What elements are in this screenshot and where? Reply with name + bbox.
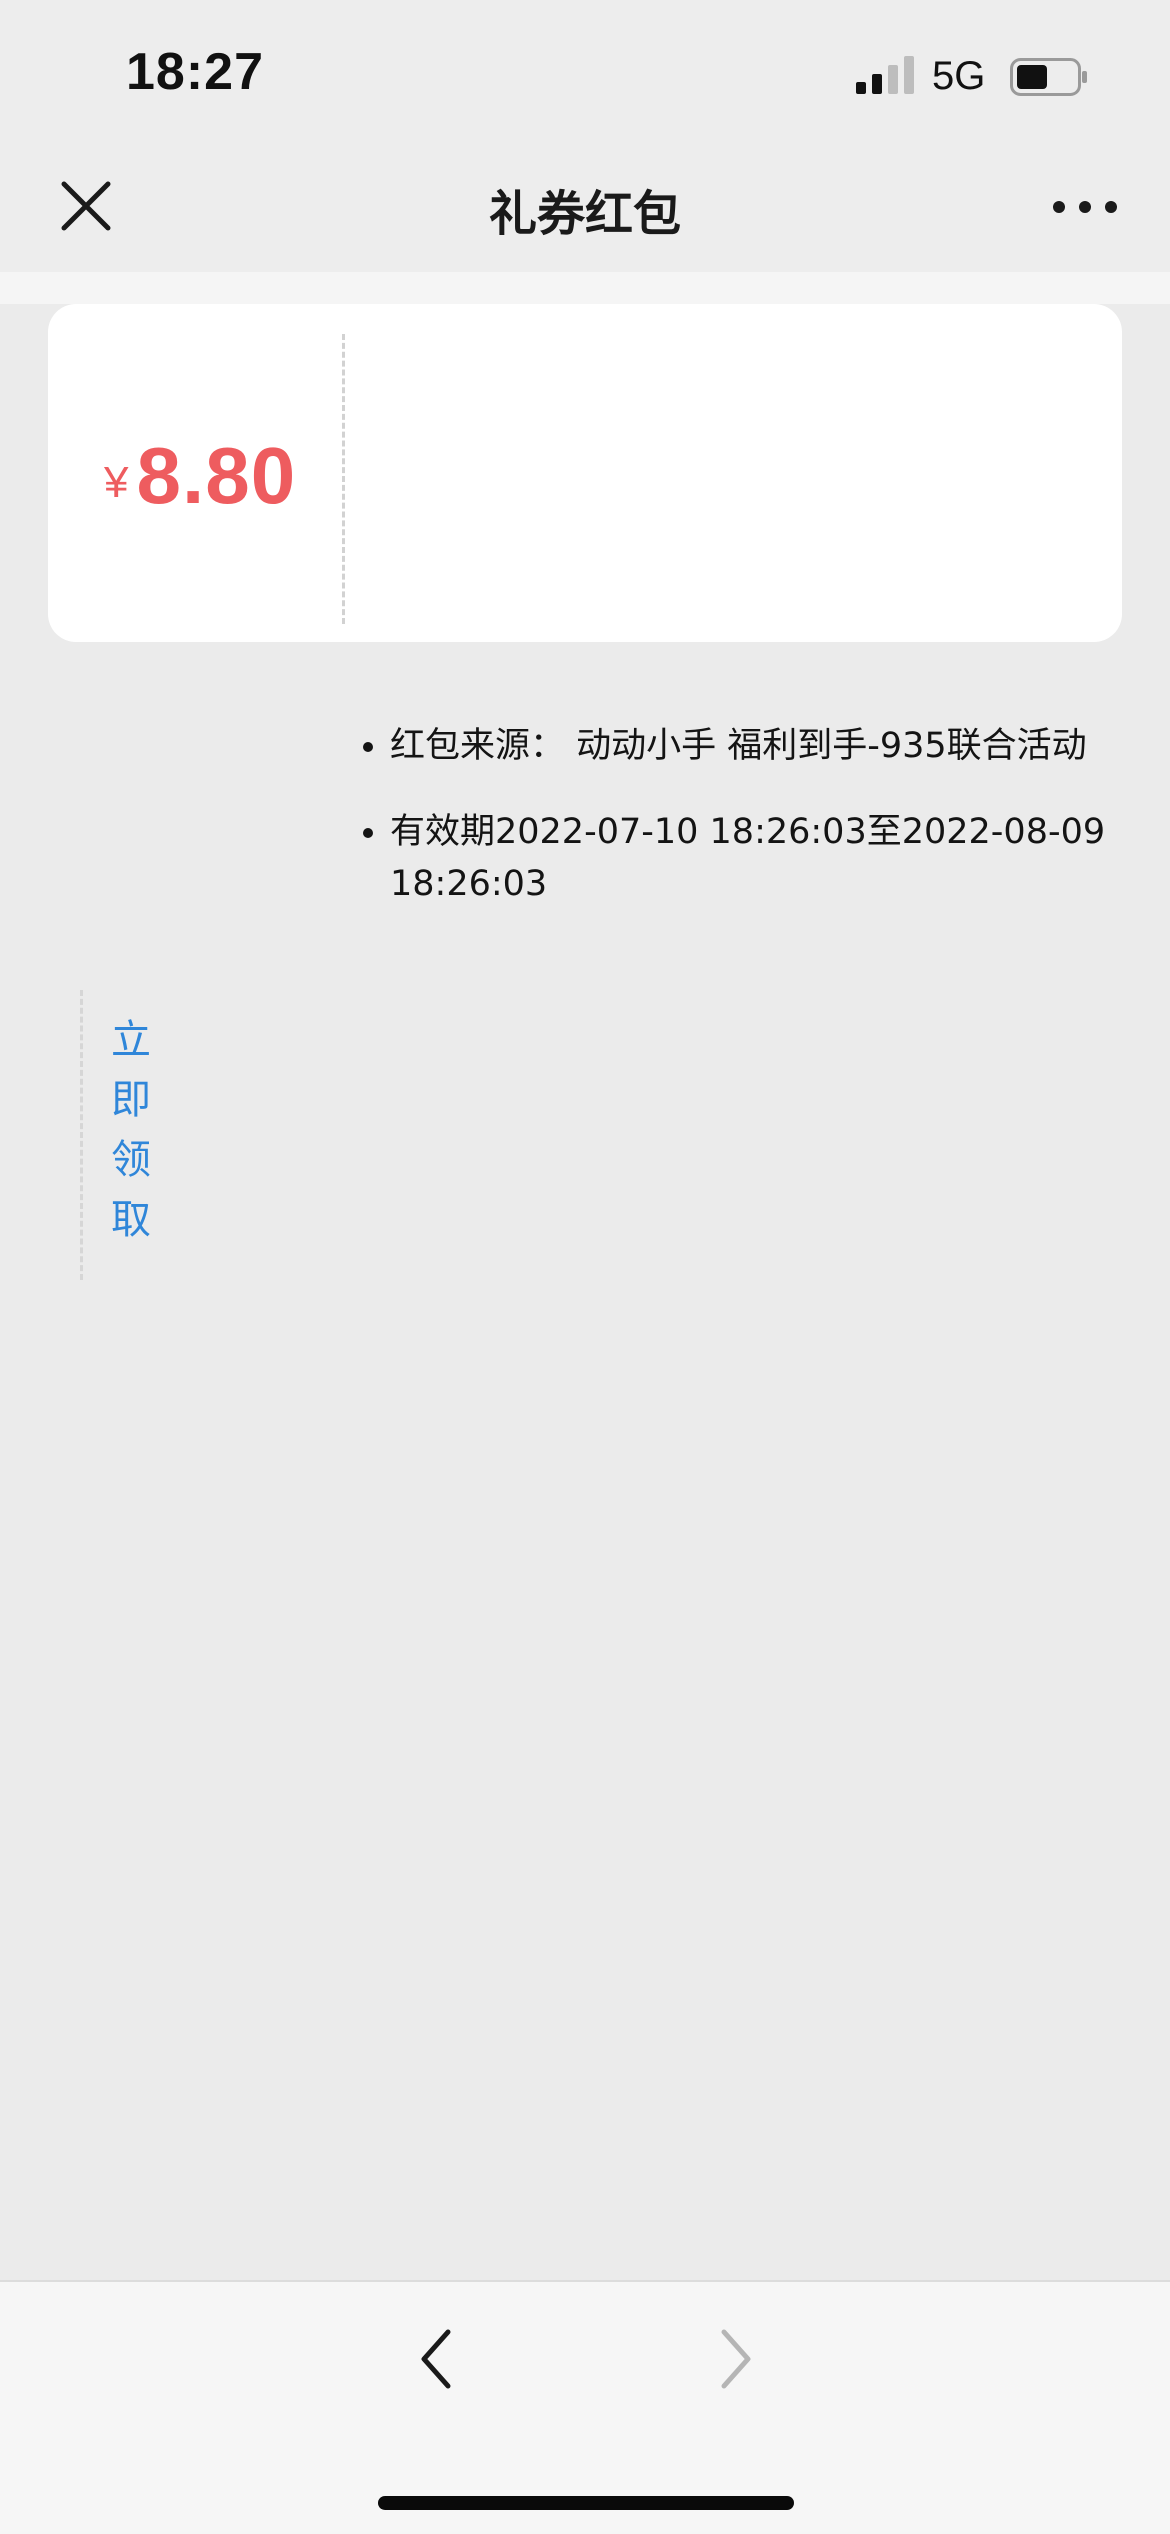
claim-button-label: 立即领取 <box>111 1017 151 1243</box>
chevron-left-icon[interactable] <box>406 2324 466 2394</box>
amount-value: 8.80 <box>136 431 297 520</box>
home-indicator[interactable] <box>378 2496 794 2510</box>
chevron-right-icon[interactable] <box>706 2324 766 2394</box>
battery-icon <box>1010 58 1087 96</box>
card-divider <box>342 334 345 624</box>
signal-icon <box>856 56 914 94</box>
header-divider <box>0 272 1170 304</box>
status-bar: 18:27 5G <box>0 0 1170 140</box>
source-item: 红包来源： 动动小手 福利到手-935联合活动 <box>390 720 1170 772</box>
nav-bar: 礼券红包 <box>0 140 1170 272</box>
network-type: 5G <box>932 54 986 98</box>
coupon-card: ¥8.80 <box>48 304 1122 642</box>
claim-button[interactable]: 立即领取 <box>80 990 200 1280</box>
currency-symbol: ¥ <box>104 458 129 507</box>
status-time: 18:27 <box>126 43 264 101</box>
validity-item: 有效期2022-07-10 18:26:03至2022-08-09 18:26:… <box>390 806 1170 910</box>
bottom-nav <box>0 2280 1170 2534</box>
page-title: 礼券红包 <box>488 186 681 242</box>
claim-divider <box>80 990 83 1280</box>
more-icon[interactable] <box>1050 182 1120 232</box>
coupon-amount: ¥8.80 <box>104 430 296 522</box>
coupon-details: 红包来源： 动动小手 福利到手-935联合活动 有效期2022-07-10 18… <box>350 720 1170 944</box>
